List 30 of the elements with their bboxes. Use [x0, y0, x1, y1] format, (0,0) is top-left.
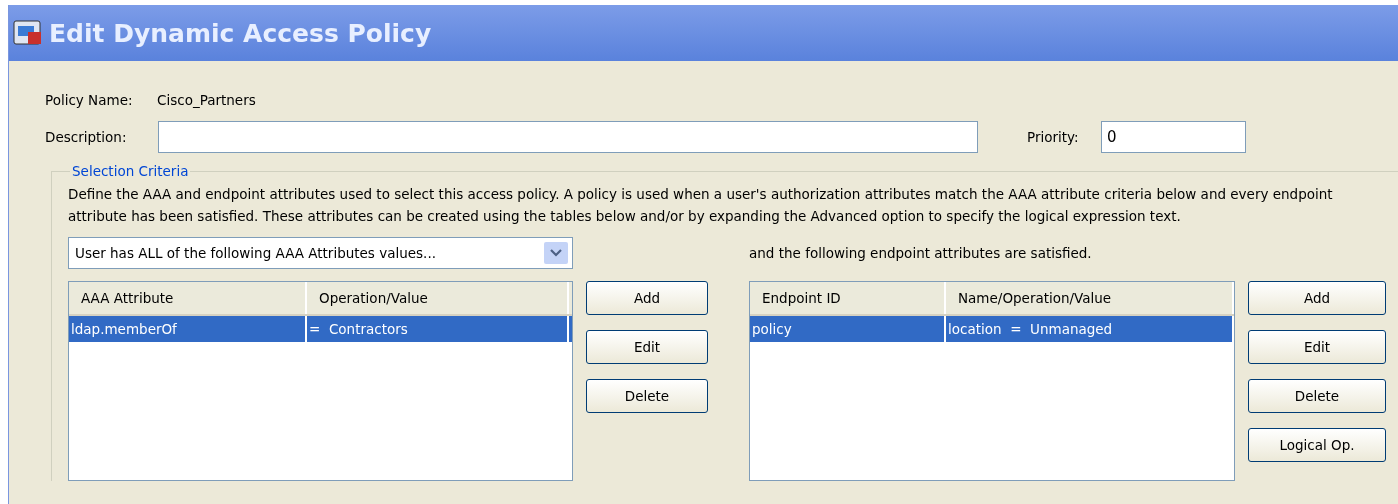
aaa-dropdown[interactable]: User has ALL of the following AAA Attributes values...	[68, 237, 573, 269]
table-button[interactable]: Add	[1248, 281, 1386, 315]
table-cell: location = Unmanaged	[946, 316, 1234, 342]
app-icon	[13, 20, 43, 46]
table-button[interactable]: Edit	[1248, 330, 1386, 364]
table-button[interactable]: Delete	[1248, 379, 1386, 413]
table-cell: = Contractors	[307, 316, 569, 342]
column-header[interactable]: Name/Operation/Value	[946, 282, 1234, 314]
window-title: Edit Dynamic Access Policy	[49, 18, 432, 48]
endpoint-caption: and the following endpoint attributes are satisfied.	[749, 244, 1093, 263]
table-row[interactable]: ldap.memberOf = Contractors	[69, 316, 572, 342]
table-cell: ldap.memberOf	[69, 316, 307, 342]
table-button[interactable]: Add	[586, 281, 708, 315]
priority-field[interactable]: 0	[1101, 120, 1246, 153]
description-field[interactable]	[158, 120, 978, 153]
policy-name-value: Cisco_Partners	[157, 91, 256, 108]
caret-icon	[544, 242, 568, 264]
field-label: Policy Name:	[45, 91, 134, 108]
table-button[interactable]: Logical Op.	[1248, 428, 1386, 462]
column-header[interactable]: Operation/Value	[307, 282, 569, 314]
description-text: Define the AAA and endpoint attributes used to select this access policy. A policy is used when a user's authorization attributes match the AAA attribute criteria below and every endpoint attribute has been satisfied. These attributes can be created using the tables below and/or by expanding the Advanced option to specify the logical expression text.	[68, 185, 1334, 226]
field-label: Description:	[45, 128, 128, 145]
table-row[interactable]: policy location = Unmanaged	[750, 316, 1234, 342]
table-button[interactable]: Delete	[586, 379, 708, 413]
table-button[interactable]: Edit	[586, 330, 708, 364]
field-label: Priority:	[1027, 128, 1080, 145]
column-header[interactable]: AAA Attribute	[69, 282, 307, 314]
table-cell: policy	[750, 316, 946, 342]
group-legend: Selection Criteria	[70, 163, 191, 179]
column-header[interactable]: Endpoint ID	[750, 282, 946, 314]
